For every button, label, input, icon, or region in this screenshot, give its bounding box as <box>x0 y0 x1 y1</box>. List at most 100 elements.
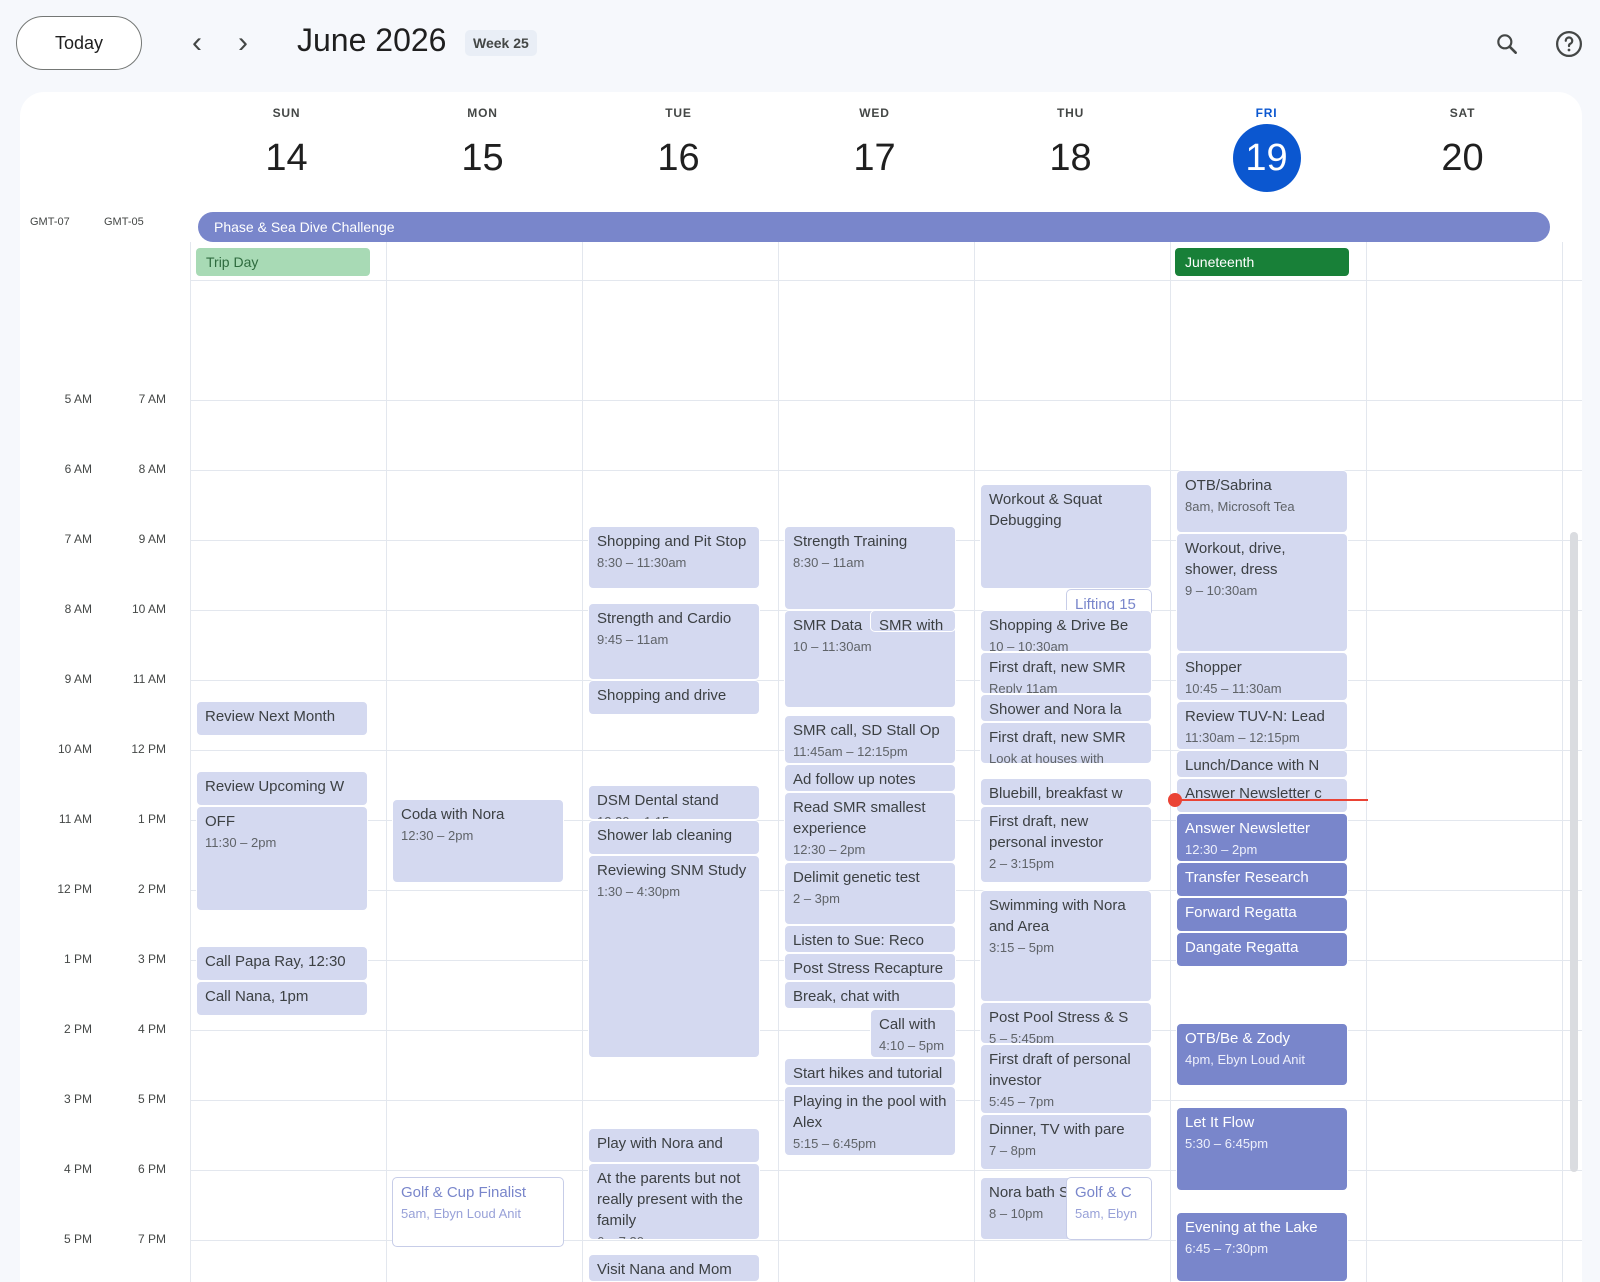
day-number[interactable]: 17 <box>841 124 909 192</box>
calendar-event[interactable]: Post Pool Stress & S 5 – 5:45pm <box>980 1002 1152 1044</box>
calendar-event[interactable]: OFF 11:30 – 2pm <box>196 806 368 911</box>
calendar-event[interactable]: Review TUV-N: Lead 11:30am – 12:15pm <box>1176 701 1348 750</box>
calendar-event[interactable]: SMR with <box>870 610 956 632</box>
calendar-event[interactable]: Playing in the pool with Alex 5:15 – 6:45… <box>784 1086 956 1156</box>
calendar-event[interactable]: Dangate Regatta <box>1176 932 1348 967</box>
day-header-tue[interactable]: TUE 16 <box>582 92 775 192</box>
calendar-event[interactable]: Shopper 10:45 – 11:30am <box>1176 652 1348 701</box>
help-button[interactable] <box>1549 24 1589 64</box>
calendar-event[interactable]: Let It Flow 5:30 – 6:45pm <box>1176 1107 1348 1191</box>
calendar-event[interactable]: First draft of personal investor 5:45 – 7… <box>980 1044 1152 1114</box>
event-time: 12:30 – 1:15pm <box>597 811 751 819</box>
day-column-divider <box>582 242 583 1282</box>
calendar-event[interactable]: Golf & Cup Finalist 5am, Ebyn Loud Anit <box>392 1177 564 1247</box>
event-title: Play with Nora and <box>597 1135 723 1152</box>
event-title: Call Papa Ray, 12:30 <box>205 953 346 970</box>
calendar-event[interactable]: Swimming with Nora and Area 3:15 – 5pm <box>980 890 1152 1002</box>
calendar-event[interactable]: Lunch/Dance with N <box>1176 750 1348 778</box>
calendar-event[interactable]: Golf & C 5am, Ebyn <box>1066 1177 1152 1240</box>
day-header-sat[interactable]: SAT 20 <box>1366 92 1559 192</box>
day-number[interactable]: 19 <box>1232 124 1301 192</box>
calendar-event[interactable]: Coda with Nora 12:30 – 2pm <box>392 799 564 883</box>
calendar-event[interactable]: Start hikes and tutorial <box>784 1058 956 1086</box>
calendar-event[interactable]: OTB/Sabrina 8am, Microsoft Tea <box>1176 470 1348 533</box>
calendar-event[interactable]: Shopping and drive <box>588 680 760 715</box>
event-title: OTB/Be & Zody <box>1185 1030 1291 1047</box>
calendar-event[interactable]: Call Papa Ray, 12:30 <box>196 946 368 981</box>
day-header-thu[interactable]: THU 18 <box>974 92 1167 192</box>
calendar-event[interactable]: First draft, new personal investor 2 – 3:… <box>980 806 1152 883</box>
event-title: Playing in the pool with Alex <box>793 1093 947 1131</box>
calendar-event[interactable]: Shower and Nora la <box>980 694 1152 722</box>
calendar-event[interactable]: Answer Newsletter 12:30 – 2pm <box>1176 813 1348 862</box>
calendar-event[interactable]: Forward Regatta <box>1176 897 1348 932</box>
calendar-event[interactable]: Break, chat with <box>784 981 956 1009</box>
day-number[interactable]: 16 <box>645 124 713 192</box>
timezone-label-primary: GMT-07 <box>30 216 70 228</box>
calendar-event[interactable]: Listen to Sue: Reco <box>784 925 956 953</box>
calendar-event[interactable]: Bluebill, breakfast w <box>980 778 1152 806</box>
chevron-left-icon: ‹ <box>192 26 202 59</box>
day-number[interactable]: 14 <box>253 124 321 192</box>
day-number[interactable]: 18 <box>1037 124 1105 192</box>
calendar-event[interactable]: First draft, new SMR Reply 11am <box>980 652 1152 694</box>
event-title: Review TUV-N: Lead <box>1185 708 1325 725</box>
event-title: Visit Nana and Mom <box>597 1261 732 1278</box>
calendar-event[interactable]: Review Next Month <box>196 701 368 736</box>
previous-week-button[interactable]: ‹ <box>178 24 216 62</box>
calendar-event[interactable]: Strength Training 8:30 – 11am <box>784 526 956 610</box>
calendar-event[interactable]: Shopping and Pit Stop 8:30 – 11:30am <box>588 526 760 589</box>
calendar-event[interactable]: Reviewing SNM Study 1:30 – 4:30pm <box>588 855 760 1058</box>
time-label-secondary: 8 AM <box>138 462 166 476</box>
event-time: 7 – 8pm <box>989 1143 1036 1158</box>
calendar-event[interactable]: Read SMR smallest experience 12:30 – 2pm <box>784 792 956 862</box>
holiday-chip-juneteenth[interactable]: Juneteenth <box>1175 248 1349 276</box>
day-header-wed[interactable]: WED 17 <box>778 92 971 192</box>
day-number[interactable]: 20 <box>1429 124 1497 192</box>
day-header-mon[interactable]: MON 15 <box>386 92 579 192</box>
calendar-event[interactable]: At the parents but not really present wi… <box>588 1163 760 1240</box>
calendar-event[interactable]: First draft, new SMR Look at houses with <box>980 722 1152 764</box>
next-week-button[interactable]: › <box>224 24 262 62</box>
event-time: 5 – 5:45pm <box>989 1031 1055 1044</box>
calendar-event[interactable]: Answer Newsletter c <box>1176 778 1348 813</box>
month-title: June 2026 <box>297 22 447 58</box>
day-header-sun[interactable]: SUN 14 <box>190 92 383 192</box>
calendar-event[interactable]: Workout, drive, shower, dress 9 – 10:30am <box>1176 533 1348 652</box>
calendar-event[interactable]: Post Stress Recapture <box>784 953 956 981</box>
all-day-chip-sun[interactable]: Trip Day <box>196 248 370 276</box>
top-bar: Today ‹ › June 2026 Week 25 <box>0 0 1600 88</box>
day-of-week-label: MON <box>467 106 498 120</box>
calendar-event[interactable]: Ad follow up notes <box>784 764 956 792</box>
event-time: Reply 11am <box>989 681 1058 694</box>
calendar-event[interactable]: Evening at the Lake 6:45 – 7:30pm <box>1176 1212 1348 1282</box>
time-label-secondary: 2 PM <box>137 882 166 896</box>
time-label-secondary: 7 PM <box>137 1232 166 1246</box>
calendar-event[interactable]: Call with 4:10 – 5pm <box>870 1009 956 1058</box>
calendar-event[interactable]: SMR call, SD Stall Op 11:45am – 12:15pm <box>784 715 956 764</box>
calendar-event[interactable]: Review Upcoming W <box>196 771 368 806</box>
calendar-event[interactable]: OTB/Be & Zody 4pm, Ebyn Loud Anit <box>1176 1023 1348 1086</box>
calendar-event[interactable]: Delimit genetic test 2 – 3pm <box>784 862 956 925</box>
day-column-divider <box>386 242 387 1282</box>
event-title: Coda with Nora <box>401 806 505 823</box>
event-title: Shopping and drive <box>597 687 727 704</box>
today-button[interactable]: Today <box>16 16 142 70</box>
calendar-event[interactable]: Shower lab cleaning <box>588 820 760 855</box>
search-button[interactable] <box>1487 24 1527 64</box>
calendar-event[interactable]: Strength and Cardio 9:45 – 11am <box>588 603 760 680</box>
all-day-banner-event[interactable]: Phase & Sea Dive Challenge <box>198 212 1550 242</box>
event-title: Shower and Nora la <box>989 701 1122 718</box>
calendar-event[interactable]: Dinner, TV with pare 7 – 8pm <box>980 1114 1152 1170</box>
calendar-event[interactable]: DSM Dental stand 12:30 – 1:15pm <box>588 785 760 820</box>
calendar-event[interactable]: Transfer Research <box>1176 862 1348 897</box>
day-header-fri[interactable]: FRI 19 <box>1170 92 1363 192</box>
day-number[interactable]: 15 <box>449 124 517 192</box>
event-title: Break, chat with <box>793 988 900 1005</box>
calendar-event[interactable]: Workout & Squat Debugging <box>980 484 1152 589</box>
scrollbar-thumb[interactable] <box>1570 532 1578 1172</box>
calendar-event[interactable]: Visit Nana and Mom <box>588 1254 760 1282</box>
calendar-event[interactable]: Play with Nora and <box>588 1128 760 1163</box>
calendar-event[interactable]: Shopping & Drive Be 10 – 10:30am <box>980 610 1152 652</box>
calendar-event[interactable]: Call Nana, 1pm <box>196 981 368 1016</box>
